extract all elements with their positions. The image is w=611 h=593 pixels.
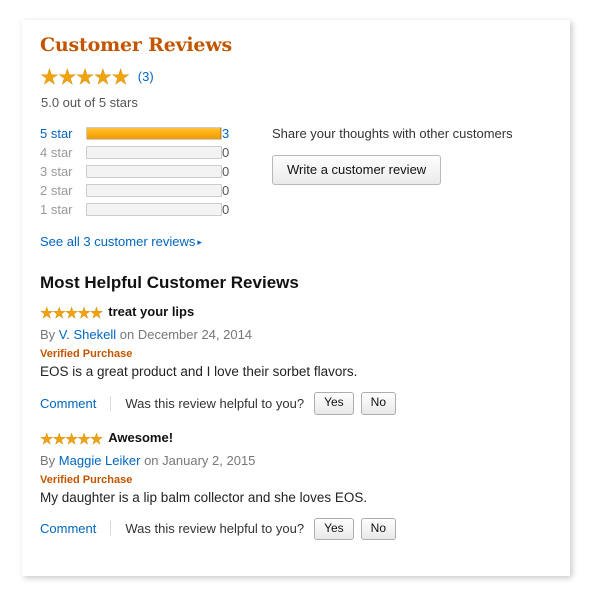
review-byline: By V. Shekell on December 24, 2014 <box>40 327 552 342</box>
histogram-bar-cell <box>86 124 222 143</box>
histogram-label-cell: 5 star <box>40 124 86 143</box>
chevron-right-icon: ▸ <box>197 236 202 247</box>
comment-link[interactable]: Comment <box>40 521 96 536</box>
share-thoughts-prompt: Share your thoughts with other customers <box>272 125 513 141</box>
write-customer-review-button[interactable]: Write a customer review <box>272 154 442 185</box>
vote-yes-button[interactable]: Yes <box>314 392 354 415</box>
most-helpful-reviews-heading: Most Helpful Customer Reviews <box>40 272 299 292</box>
histogram-bar-cell <box>86 200 222 219</box>
table-row: 3 star 0 <box>40 162 272 181</box>
review-body-text: My daughter is a lip balm collector and … <box>40 489 368 505</box>
comment-link[interactable]: Comment <box>40 396 96 411</box>
histogram-bar-cell <box>86 162 222 181</box>
histogram-bar-cell <box>86 181 222 200</box>
histogram-count-cell: 0 <box>222 201 230 217</box>
histogram-bar-track <box>86 164 222 178</box>
histogram-star-link[interactable]: 5 star <box>40 126 73 141</box>
see-all-reviews-link[interactable]: See all 3 customer reviews ▸ <box>40 234 202 249</box>
histogram-bar-track <box>86 183 222 197</box>
review-title-row: ★★★★★ Awesome! <box>40 431 552 447</box>
helpful-question: Was this review helpful to you? <box>125 396 305 411</box>
byline-on-label: on <box>119 327 135 343</box>
review-actions-row: Comment Was this review helpful to you? … <box>40 517 552 540</box>
histogram-star-label: 3 star <box>40 163 73 179</box>
histogram-star-label: 1 star <box>40 201 73 217</box>
card-inner: Customer Reviews ★★★★★ (3) 5.0 out of 5 … <box>22 20 570 540</box>
byline-by-label: By <box>40 327 56 343</box>
page-title: Customer Reviews <box>40 34 232 56</box>
histogram-star-label: 4 star <box>40 144 73 160</box>
review-count-link[interactable]: (3) <box>138 69 154 84</box>
histogram-bar-track <box>86 202 222 216</box>
divider <box>110 521 112 537</box>
review-author-link[interactable]: Maggie Leiker <box>59 453 141 468</box>
histogram-count-cell: 0 <box>222 182 230 198</box>
table-row: 4 star 0 <box>40 143 272 162</box>
histogram-bar-track[interactable] <box>86 126 222 140</box>
vote-no-button[interactable]: No <box>360 392 396 415</box>
vote-no-button[interactable]: No <box>360 517 396 540</box>
histogram-label-cell: 4 star <box>40 143 86 162</box>
review-title-row: ★★★★★ treat your lips <box>40 305 552 321</box>
histogram-bar-cell <box>86 143 222 162</box>
share-thoughts-panel: Share your thoughts with other customers… <box>272 124 552 249</box>
table-row: 2 star 0 <box>40 181 272 200</box>
helpful-question: Was this review helpful to you? <box>125 521 305 537</box>
review-title-link[interactable]: treat your lips <box>108 304 194 319</box>
verified-purchase-badge: Verified Purchase <box>40 473 133 486</box>
see-all-reviews-label: See all 3 customer reviews <box>40 233 196 249</box>
summary-columns: 5 star 3 4 star 0 3 star 0 2 star 0 1 st… <box>40 124 552 249</box>
review-title-link[interactable]: Awesome! <box>108 430 173 445</box>
byline-on-label: on <box>144 452 159 468</box>
see-all-reviews: See all 3 customer reviews ▸ <box>40 234 272 249</box>
histogram-count-cell: 0 <box>222 163 230 179</box>
review-stars-icon: ★★★★★ <box>40 430 104 448</box>
rating-histogram: 5 star 3 4 star 0 3 star 0 2 star 0 1 st… <box>40 124 272 249</box>
rating-histogram-table: 5 star 3 4 star 0 3 star 0 2 star 0 1 st… <box>40 124 272 219</box>
review-author-link[interactable]: V. Shekell <box>59 327 116 342</box>
review-item: ★★★★★ Awesome! By Maggie Leiker on Januar… <box>40 431 552 540</box>
byline-by-label: By <box>40 452 56 468</box>
review-byline: By Maggie Leiker on January 2, 2015 <box>40 453 552 468</box>
table-row: 1 star 0 <box>40 200 272 219</box>
overall-stars-icon: ★★★★★ <box>40 65 131 89</box>
review-item: ★★★★★ treat your lips By V. Shekell on De… <box>40 305 552 415</box>
rating-average-text: 5.0 out of 5 stars <box>41 94 138 110</box>
review-date: January 2, 2015 <box>162 452 256 468</box>
verified-purchase-badge: Verified Purchase <box>40 348 133 361</box>
rating-summary: ★★★★★ (3) 5.0 out of 5 stars <box>40 67 552 110</box>
review-actions-row: Comment Was this review helpful to you? … <box>40 392 552 415</box>
review-body-text: EOS is a great product and I love their … <box>40 364 358 380</box>
vote-yes-button[interactable]: Yes <box>314 517 354 540</box>
histogram-label-cell: 1 star <box>40 200 86 219</box>
rating-histogram-body: 5 star 3 4 star 0 3 star 0 2 star 0 1 st… <box>40 124 272 219</box>
table-row: 5 star 3 <box>40 124 272 143</box>
histogram-label-cell: 3 star <box>40 162 86 181</box>
histogram-bar-fill <box>87 127 221 139</box>
customer-reviews-card: Customer Reviews ★★★★★ (3) 5.0 out of 5 … <box>22 20 570 576</box>
histogram-count-cell[interactable]: 3 <box>222 124 272 143</box>
divider <box>110 396 112 411</box>
histogram-label-cell: 2 star <box>40 181 86 200</box>
review-date: December 24, 2014 <box>137 327 253 343</box>
review-stars-icon: ★★★★★ <box>40 305 104 323</box>
histogram-count-cell: 0 <box>222 144 230 160</box>
histogram-bar-track <box>86 145 222 159</box>
histogram-star-label: 2 star <box>40 182 73 198</box>
